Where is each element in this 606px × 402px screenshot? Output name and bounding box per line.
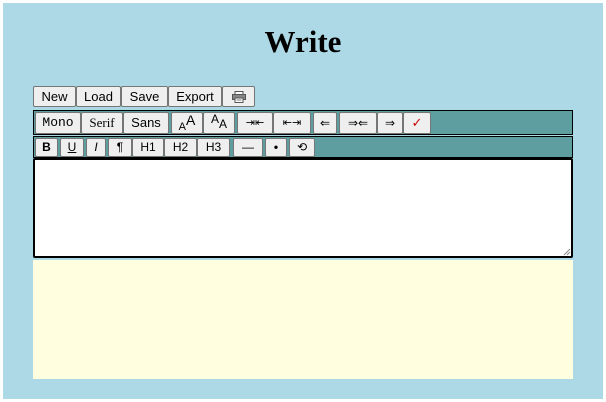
font-serif-button[interactable]: Serif bbox=[81, 112, 123, 134]
font-sans-button[interactable]: Sans bbox=[123, 112, 169, 134]
export-button[interactable]: Export bbox=[168, 86, 222, 107]
align-center-button[interactable]: ⇒⇐ bbox=[339, 112, 377, 134]
underline-button[interactable]: U bbox=[60, 138, 84, 157]
undo-button[interactable]: ⟲ bbox=[289, 138, 315, 157]
heading1-button[interactable]: H1 bbox=[132, 138, 164, 157]
wide-width-button[interactable]: ⇤⇥ bbox=[273, 112, 311, 134]
resize-grip-icon[interactable] bbox=[563, 248, 571, 256]
preview-pane bbox=[33, 260, 573, 379]
page-title: Write bbox=[264, 24, 342, 59]
font-toolbar: Mono Serif Sans AA AA ⇥⇤ ⇤⇥ ⇐ ⇒⇐ ⇒ ✓ bbox=[33, 110, 573, 135]
font-smaller-button[interactable]: AA bbox=[203, 112, 235, 134]
format-toolbar: B U I ¶ H1 H2 H3 — • ⟲ bbox=[33, 136, 573, 158]
horizontal-rule-button[interactable]: — bbox=[233, 138, 263, 157]
font-larger-button[interactable]: AA bbox=[171, 112, 203, 134]
bullet-list-button[interactable]: • bbox=[265, 138, 287, 157]
editor-textarea[interactable] bbox=[33, 158, 573, 258]
narrow-width-button[interactable]: ⇥⇤ bbox=[237, 112, 273, 134]
printer-icon bbox=[231, 90, 246, 103]
spellcheck-button[interactable]: ✓ bbox=[403, 112, 431, 134]
heading2-button[interactable]: H2 bbox=[164, 138, 197, 157]
bold-button[interactable]: B bbox=[35, 138, 58, 157]
load-button[interactable]: Load bbox=[76, 86, 121, 107]
font-larger-icon-large: A bbox=[186, 112, 196, 128]
font-smaller-icon: A bbox=[210, 112, 219, 126]
heading3-button[interactable]: H3 bbox=[197, 138, 230, 157]
print-button[interactable] bbox=[222, 86, 255, 107]
align-left-button[interactable]: ⇐ bbox=[313, 112, 337, 134]
font-mono-button[interactable]: Mono bbox=[35, 112, 81, 134]
new-button[interactable]: New bbox=[33, 86, 76, 107]
font-larger-icon: A bbox=[178, 121, 186, 133]
font-smaller-icon-small: A bbox=[219, 117, 228, 131]
align-right-button[interactable]: ⇒ bbox=[377, 112, 403, 134]
save-button[interactable]: Save bbox=[121, 86, 168, 107]
italic-button[interactable]: I bbox=[86, 138, 106, 157]
paragraph-button[interactable]: ¶ bbox=[108, 138, 132, 157]
